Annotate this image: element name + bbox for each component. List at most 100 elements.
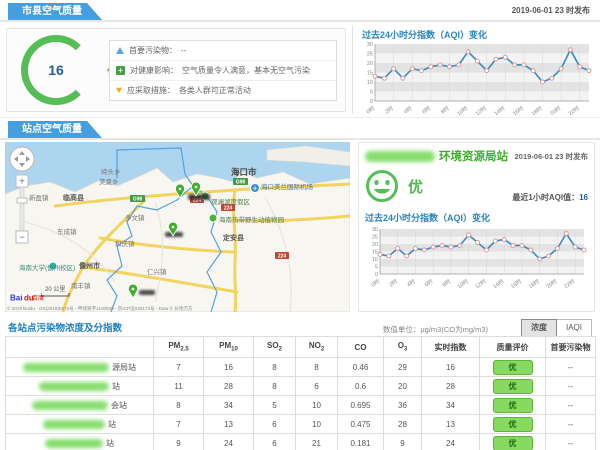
svg-text:6时: 6时 (423, 277, 435, 288)
col-so2: SO2 (254, 337, 296, 358)
quality-cell: 优 (480, 415, 546, 434)
city-aqi-24h-chart: 0510152025300时2时4时6时8时10时12时14时16时18时20时… (360, 41, 594, 115)
value-cell: 0.181 (338, 434, 384, 450)
col-quality: 质量评价 (480, 337, 546, 358)
col-co: CO (338, 337, 384, 358)
svg-text:30: 30 (372, 227, 378, 233)
info-label: 对健康影响： (130, 65, 178, 76)
svg-text:25: 25 (372, 235, 378, 241)
col-no2: NO2 (296, 337, 338, 358)
svg-text:0: 0 (375, 272, 378, 278)
value-cell: 0.46 (338, 358, 384, 377)
station-name-cell: 站 (6, 415, 154, 434)
svg-text:20 公里: 20 公里 (45, 286, 65, 293)
city-aqi-card: 16 优 首要污染物： -- + 对健康影响： 空气质量令人满意，基本无空气污染… (6, 28, 346, 112)
censored-station-name (45, 439, 103, 448)
svg-text:Bai: Bai (10, 294, 22, 303)
station-name-cell: 站 (6, 377, 154, 396)
primary-pollutant-cell: -- (546, 377, 596, 396)
censored-station-name (32, 401, 108, 410)
svg-text:4时: 4时 (405, 277, 417, 288)
stations-table-body: 源局站716880.462916优--站1128860.62028优--会站83… (6, 358, 596, 450)
svg-text:美夏乡: 美夏乡 (99, 177, 119, 186)
baidu-logo: Bai du 百度 (7, 292, 44, 303)
value-cell: 13 (204, 415, 254, 434)
flask-icon (116, 47, 124, 54)
svg-text:0: 0 (370, 99, 373, 105)
plane-glyph: ✈ (252, 186, 257, 193)
quality-badge: 优 (493, 436, 533, 450)
baidu-map[interactable]: G98 G98 224 224 224 ✈ 海口市 海口美兰国际机场 观澜湖度假… (5, 142, 350, 312)
value-cell: 13 (422, 415, 480, 434)
svg-text:观澜湖度假区: 观澜湖度假区 (211, 197, 251, 206)
value-cell: 24 (422, 434, 480, 450)
svg-text:22时: 22时 (567, 104, 582, 115)
station-name: 环境资源局站 (439, 148, 508, 164)
col-station (6, 337, 154, 358)
value-cell: 20 (384, 377, 422, 396)
svg-text:20时: 20时 (544, 277, 559, 288)
info-value: 各类人群可正常活动 (179, 85, 251, 96)
aqi-info-box: 首要污染物： -- + 对健康影响： 空气质量令人满意，基本无空气污染 ♥ 应采… (109, 40, 337, 101)
value-cell: 5 (254, 396, 296, 415)
value-cell: 24 (204, 434, 254, 450)
value-cell: 6 (296, 377, 338, 396)
table-title: 各站点污染物浓度及分指数 (8, 320, 122, 334)
svg-text:5: 5 (370, 90, 373, 96)
table-row: 会站8345100.6953634优-- (6, 396, 596, 415)
svg-text:多文镇: 多文镇 (125, 213, 145, 222)
svg-text:G98: G98 (236, 180, 246, 186)
svg-text:4时: 4时 (402, 104, 414, 115)
station-name-cell: 会站 (6, 396, 154, 415)
info-value: -- (181, 46, 186, 55)
station-panel: 环境资源局站 2019-06-01 23 时发布 优 最近1小时AQI值：16 … (358, 142, 595, 312)
map-pan-control[interactable] (10, 147, 34, 171)
table-row: 站1128860.62028优-- (6, 377, 596, 396)
svg-text:16时: 16时 (509, 277, 524, 288)
station-name-cell: 源局站 (6, 358, 154, 377)
primary-pollutant-cell: -- (546, 415, 596, 434)
value-cell: 8 (254, 377, 296, 396)
divider (352, 26, 353, 114)
col-o3: O3 (384, 337, 422, 358)
value-cell: 7 (154, 415, 204, 434)
col-pm10: PM10 (204, 337, 254, 358)
info-label: 首要污染物： (129, 45, 177, 56)
toggle-concentration[interactable]: 浓度 (521, 319, 557, 337)
value-cell: 29 (384, 358, 422, 377)
stations-table: PM2.5 PM10 SO2 NO2 CO O3 实时指数 质量评价 首要污染物… (5, 336, 596, 450)
value-cell: 36 (384, 396, 422, 415)
info-label: 应采取措施： (127, 85, 175, 96)
svg-text:0时: 0时 (370, 277, 382, 288)
city-publish-date: 2019-06-01 23 时发布 (512, 5, 590, 16)
value-cell: 10 (296, 396, 338, 415)
value-cell: 9 (154, 434, 204, 450)
svg-text:16时: 16时 (511, 104, 526, 115)
quality-badge: 优 (493, 379, 533, 394)
svg-text:8时: 8时 (441, 277, 453, 288)
station-name-cell: 站 (6, 434, 154, 450)
station-aqi-value: 最近1小时AQI值：16 (512, 192, 588, 203)
value-cell: 9 (384, 434, 422, 450)
quality-cell: 优 (480, 396, 546, 415)
svg-text:峙头乡: 峙头乡 (101, 167, 121, 176)
svg-text:海南大学(儋州校区): 海南大学(儋州校区) (19, 263, 75, 272)
svg-text:海口美兰国际机场: 海口美兰国际机场 (261, 182, 314, 191)
quality-badge: 优 (493, 360, 533, 375)
aqi-value: 16 (28, 42, 84, 98)
value-cell: 10 (296, 415, 338, 434)
tab-city-air-quality: 市县空气质量 (8, 3, 102, 20)
zoo-icon[interactable] (209, 214, 217, 222)
value-cell: 6 (254, 434, 296, 450)
svg-text:224: 224 (224, 206, 233, 212)
svg-text:15: 15 (367, 71, 373, 77)
col-primary-pollutant: 首要污染物 (546, 337, 596, 358)
toggle-iaqi[interactable]: IAQI (557, 319, 592, 337)
svg-text:2时: 2时 (383, 104, 395, 115)
censored-station-prefix (365, 151, 435, 162)
quality-cell: 优 (480, 358, 546, 377)
svg-text:临高县: 临高县 (63, 193, 84, 202)
station-publish-date: 2019-06-01 23 时发布 (515, 151, 588, 162)
censored-station-name (43, 420, 105, 429)
svg-text:0时: 0时 (365, 104, 377, 115)
